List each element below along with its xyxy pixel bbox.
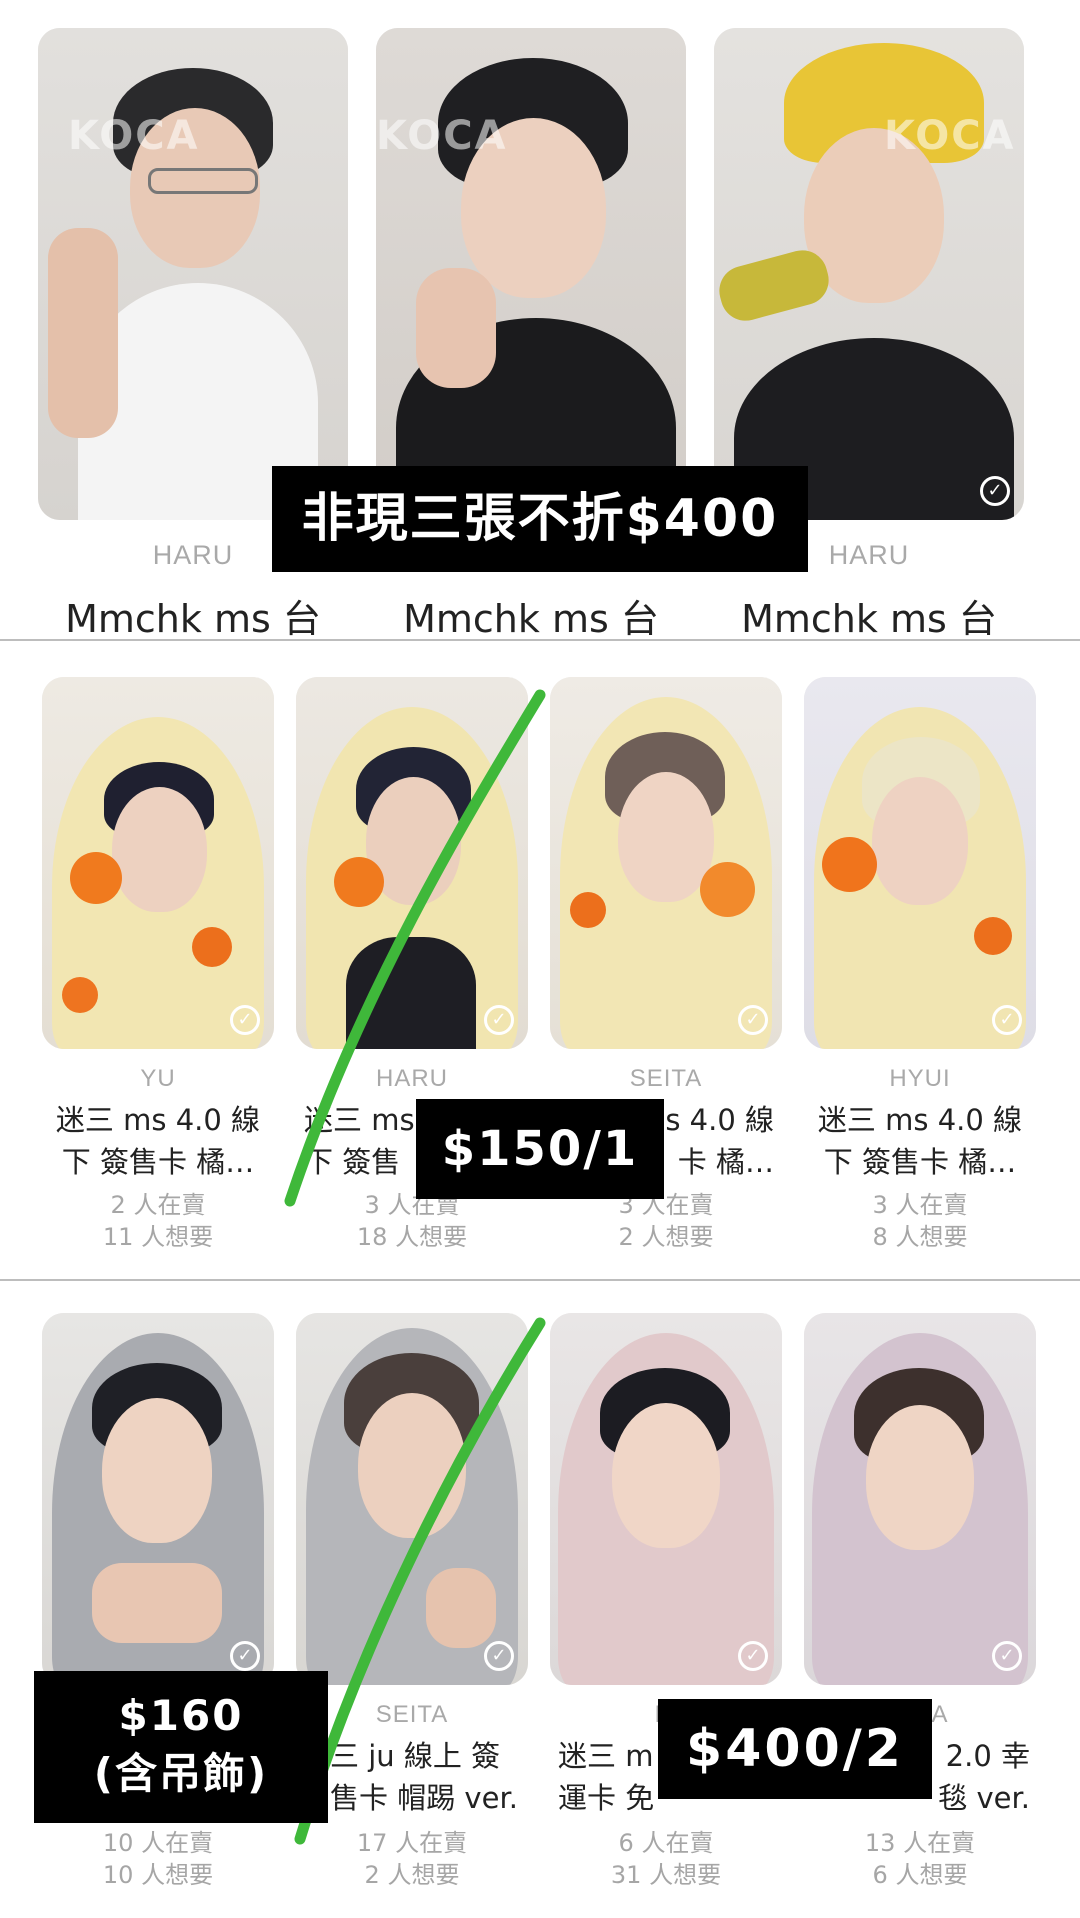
photocard-image[interactable]: KOCA ✓ [714,28,1024,520]
glasses-icon [148,168,258,194]
price-label: 非現三張不折$400 [272,466,808,572]
photocard-image[interactable]: KOCA [376,28,686,520]
watermark: KOCA [884,113,1016,159]
price-label: $400/2 [658,1699,932,1799]
card-title[interactable]: Mmchk ms 台 [376,588,686,643]
row-1: KOCA KOCA KOCA ✓ HARU HARU Mmchk ms 台 Mm… [0,0,1080,643]
card-title[interactable]: Mmchk ms 台 [38,588,348,643]
price-label: $150/1 [416,1099,664,1199]
watermark: KOCA [376,113,508,159]
card-title[interactable]: Mmchk ms 台 [714,588,1024,643]
price-label-line: (含吊飾) [93,1749,269,1798]
price-label: $160 (含吊飾) [34,1671,328,1823]
price-label-line: $160 [118,1691,244,1740]
photocard-image[interactable]: KOCA [38,28,348,520]
check-icon: ✓ [980,476,1010,506]
row-2: ✓ ✓ ✓ ✓ YU HARU SEITA HYUI 迷三 ms 4.0 線 下… [0,641,1080,1279]
row-3: ✓ ✓ ✓ ✓ SEITA HA A 三 ju 線上 簽 售卡 帽踢 ver. … [0,1281,1080,1918]
watermark: KOCA [68,113,200,159]
